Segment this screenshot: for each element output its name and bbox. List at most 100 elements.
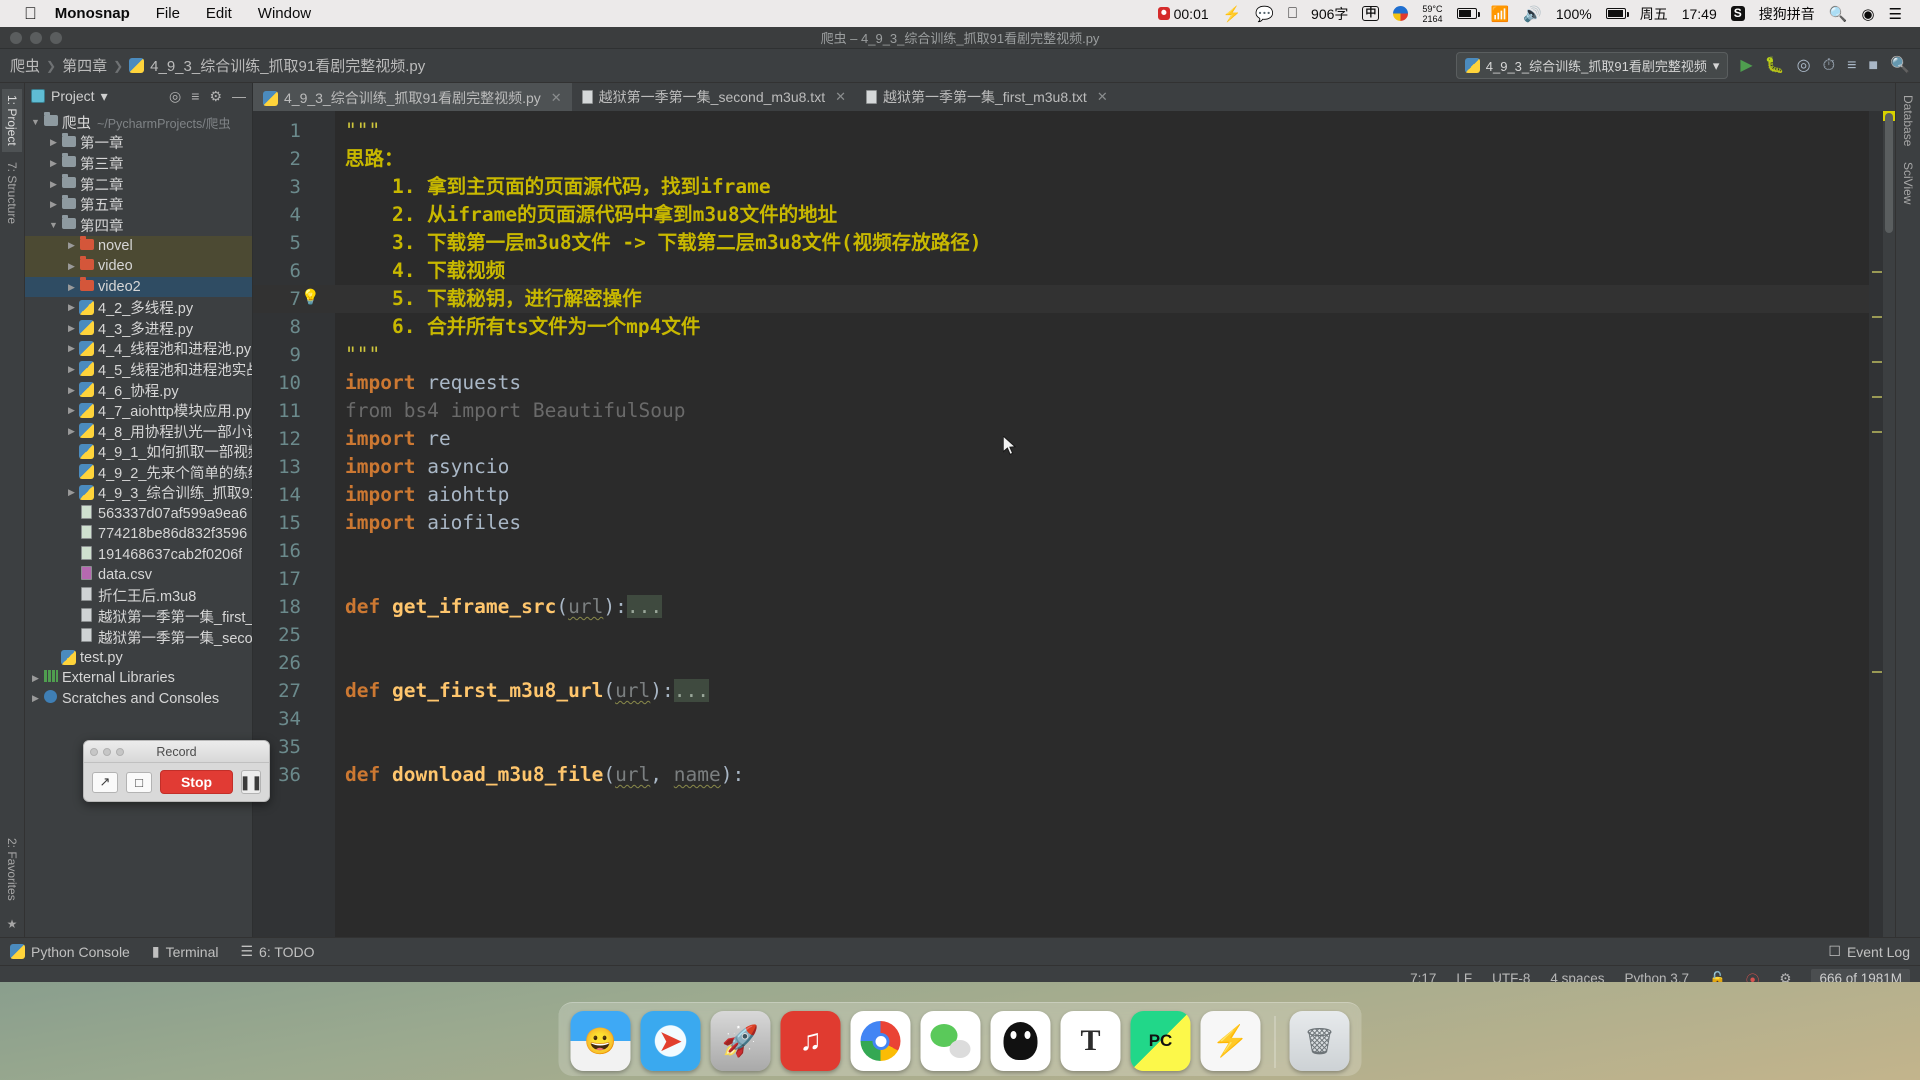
memory-indicator[interactable]: 666 of 1981M [1811, 969, 1910, 982]
tree-node[interactable]: 774218be86d832f3596 [25, 524, 252, 545]
python-interpreter[interactable]: Python 3.7 [1624, 971, 1689, 982]
tool-button-terminal[interactable]: ▮ Terminal [152, 943, 219, 960]
dock-item-wechat[interactable] [920, 1011, 981, 1071]
profile-button[interactable]: ⏱ [1823, 57, 1835, 74]
run-coverage-button[interactable]: ◎ [1797, 57, 1811, 74]
line-number[interactable]: 14 [253, 481, 335, 509]
record-frame-button[interactable]: □ [126, 771, 152, 793]
line-number[interactable]: 3 [253, 173, 335, 201]
charging-icon[interactable] [1605, 8, 1629, 19]
tree-node[interactable]: 越狱第一季第一集_first_m [25, 606, 252, 627]
intention-bulb-icon[interactable]: 💡 [301, 288, 320, 306]
git-branch-icon[interactable]: ⚙ [1779, 971, 1791, 983]
line-number[interactable]: 9 [253, 341, 335, 369]
code-line[interactable]: import re [335, 425, 1869, 453]
temperature-status[interactable]: 59°C 2164 [1422, 4, 1442, 24]
project-file-tree[interactable]: ▼ 爬虫 ~/PycharmProjects/爬虫 ▶ 第一章 ▶ 第三章 ▶ 第二章 ▶ 第五章 ▼… [25, 109, 252, 937]
tree-node[interactable]: ▶ External Libraries [25, 668, 252, 689]
code-line[interactable]: 5. 下载秘钥，进行解密操作 [335, 285, 1869, 313]
tree-node[interactable]: 563337d07af599a9ea6 [25, 503, 252, 524]
editor-code[interactable]: """ 思路： 1. 拿到主页面的页面源代码，找到iframe 2. 从ifram… [335, 111, 1869, 937]
menu-item-window[interactable]: Window [258, 5, 311, 22]
tree-node[interactable]: ▶ 4_9_3_综合训练_抓取91看 [25, 483, 252, 504]
wifi-icon[interactable]: 📶 [1491, 5, 1510, 23]
pie-chart-icon[interactable] [1393, 6, 1409, 21]
code-line[interactable]: 2. 从iframe的页面源代码中拿到m3u8文件的地址 [335, 201, 1869, 229]
tree-node[interactable]: ▶ video [25, 256, 252, 277]
apple-menu-icon[interactable]:  [24, 5, 37, 22]
code-line[interactable]: import asyncio [335, 453, 1869, 481]
tree-expand-arrow[interactable]: ▶ [29, 693, 42, 704]
tool-button-python-console[interactable]: Python Console [10, 944, 130, 960]
tree-expand-arrow[interactable]: ▶ [65, 282, 78, 293]
code-line[interactable] [335, 537, 1869, 565]
code-line[interactable] [335, 733, 1869, 761]
editor-scrollbar[interactable] [1883, 111, 1895, 937]
code-line[interactable] [335, 705, 1869, 733]
sidebar-tab-database[interactable]: Database [1898, 89, 1918, 152]
tree-node[interactable]: 4_9_1_如何抓取一部视频 [25, 442, 252, 463]
code-line[interactable]: """ [335, 341, 1869, 369]
sidebar-tab-sciview[interactable]: SciView [1898, 156, 1918, 210]
minimize-window-button[interactable] [30, 32, 42, 44]
tree-node[interactable]: ▶ novel [25, 235, 252, 257]
line-number[interactable]: 2 [253, 145, 335, 173]
sidebar-tab-structure[interactable]: 7: Structure [2, 156, 22, 230]
breadcrumb-file[interactable]: 4_9_3_综合训练_抓取91看剧完整视频.py [150, 55, 425, 76]
line-number[interactable]: 34 [253, 705, 335, 733]
ime-name-label[interactable]: 搜狗拼音 [1759, 4, 1815, 24]
tree-node[interactable]: ▶ 4_4_线程池和进程池.py [25, 339, 252, 360]
favorites-star-icon[interactable]: ★ [2, 911, 22, 937]
dock-item-textedit[interactable]: T [1060, 1011, 1121, 1071]
tree-expand-arrow[interactable]: ▶ [65, 240, 78, 251]
line-number[interactable]: 18 [253, 593, 335, 621]
lightning-bolt-icon[interactable]: ⚡ [1223, 5, 1242, 23]
menu-item-edit[interactable]: Edit [206, 5, 232, 22]
editor-tab[interactable]: 越狱第一季第一集_first_m3u8.txt ✕ [856, 83, 1118, 111]
dock-item-finder[interactable]: 😀 [570, 1011, 631, 1071]
unlocked-icon[interactable]: 🔓 [1709, 971, 1726, 983]
menu-item-monosnap[interactable]: Monosnap [55, 5, 130, 22]
editor-tab[interactable]: 越狱第一季第一集_second_m3u8.txt ✕ [572, 83, 856, 111]
dock-item-downie[interactable]: ⚡ [1200, 1011, 1261, 1071]
record-pause-button[interactable]: ❚❚ [239, 770, 263, 794]
tree-node[interactable]: ▶ Scratches and Consoles [25, 689, 252, 710]
chevron-down-icon[interactable]: ▾ [101, 88, 108, 105]
tree-expand-arrow[interactable]: ▼ [47, 220, 60, 230]
tree-node[interactable]: data.csv [25, 565, 252, 586]
editor-gutter[interactable]: 1 2 3 4 5 6 💡 7 8 9 10 11 12 13 14 15 16 17 18 25 26 27 34 35 36 [253, 111, 335, 937]
line-number[interactable]: 16 [253, 537, 335, 565]
word-count-status[interactable]: 906字 [1311, 4, 1348, 24]
dock-item-safari[interactable]: ➤ [640, 1011, 701, 1071]
line-number[interactable]: 11 [253, 397, 335, 425]
record-zoom-button[interactable] [116, 747, 124, 756]
screen-recording-status[interactable]: ⏺ 00:01 [1158, 6, 1209, 22]
code-line[interactable] [335, 621, 1869, 649]
hide-panel-icon[interactable]: — [232, 88, 246, 105]
tree-node[interactable]: ▼ 第四章 [25, 215, 252, 236]
tree-expand-arrow[interactable]: ▼ [29, 117, 42, 127]
line-number[interactable]: 5 [253, 229, 335, 257]
tree-node[interactable]: ▶ 4_2_多线程.py [25, 297, 252, 318]
ime-mode-icon[interactable]: 中 [1362, 6, 1380, 21]
menu-item-file[interactable]: File [156, 5, 180, 22]
code-line[interactable]: """ [335, 117, 1869, 145]
event-log-button[interactable]: ☐ Event Log [1828, 943, 1910, 960]
tree-node[interactable]: ▶ 4_3_多进程.py [25, 318, 252, 339]
tree-node[interactable]: ▶ 第三章 [25, 153, 252, 174]
line-number[interactable]: 10 [253, 369, 335, 397]
sidebar-tab-favorites[interactable]: 2: Favorites [2, 832, 22, 907]
line-number[interactable]: 6 [253, 257, 335, 285]
control-center-icon[interactable]: ☰ [1889, 5, 1902, 23]
indent-setting[interactable]: 4 spaces [1550, 971, 1604, 982]
tree-node[interactable]: ▶ 4_5_线程池和进程池实战. [25, 359, 252, 380]
tree-expand-arrow[interactable]: ▶ [65, 405, 78, 416]
line-number[interactable]: 13 [253, 453, 335, 481]
code-line[interactable]: 4. 下载视频 [335, 257, 1869, 285]
line-number[interactable]: 12 [253, 425, 335, 453]
line-number[interactable]: 8 [253, 313, 335, 341]
record-close-button[interactable] [90, 747, 98, 756]
m-app-icon[interactable]: ⎕ [1288, 5, 1297, 22]
inspection-error-icon[interactable]: ⦿ [1746, 969, 1760, 983]
line-number[interactable]: 26 [253, 649, 335, 677]
